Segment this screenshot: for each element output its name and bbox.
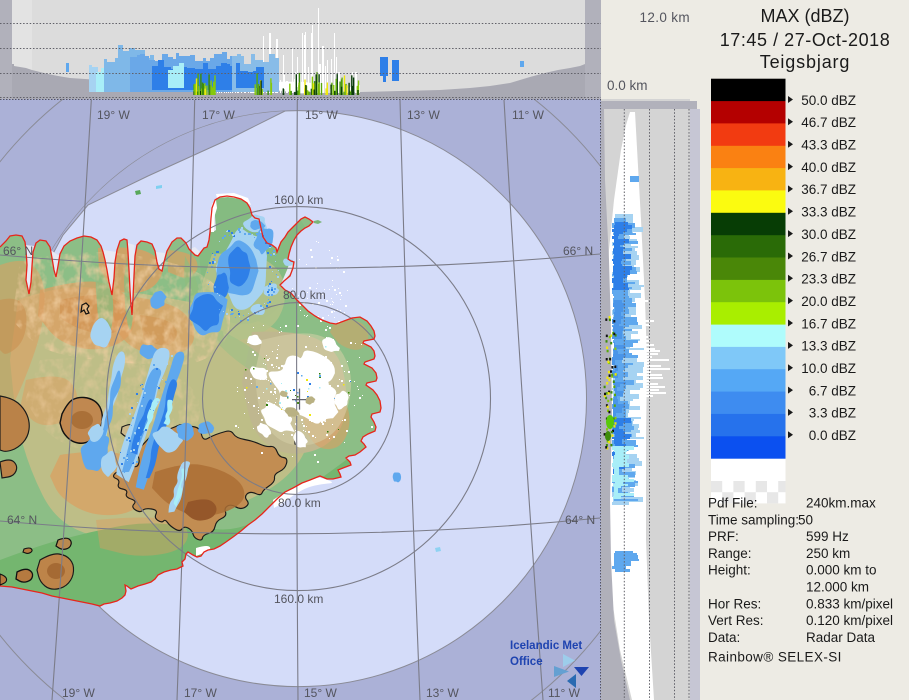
svg-text:17° W: 17° W xyxy=(202,108,235,122)
svg-text:Range:: Range: xyxy=(708,546,752,561)
svg-text:0.833 km/pixel: 0.833 km/pixel xyxy=(806,596,893,611)
svg-text:80.0 km: 80.0 km xyxy=(283,288,326,302)
svg-text:0.0 dBZ: 0.0 dBZ xyxy=(809,428,856,443)
svg-text:13° W: 13° W xyxy=(407,108,440,122)
svg-text:13° W: 13° W xyxy=(426,686,459,700)
svg-text:240km.max: 240km.max xyxy=(806,496,876,511)
svg-text:36.7 dBZ: 36.7 dBZ xyxy=(801,182,856,197)
svg-text:MAX (dBZ): MAX (dBZ) xyxy=(760,6,849,26)
svg-text:6.7 dBZ: 6.7 dBZ xyxy=(809,383,856,398)
svg-text:3.3 dBZ: 3.3 dBZ xyxy=(809,406,856,421)
svg-text:Pdf File:: Pdf File: xyxy=(708,496,758,511)
svg-text:40.0 dBZ: 40.0 dBZ xyxy=(801,160,856,175)
svg-text:12.0 km: 12.0 km xyxy=(640,10,690,25)
svg-text:33.3 dBZ: 33.3 dBZ xyxy=(801,205,856,220)
svg-text:Icelandic Met: Icelandic Met xyxy=(510,640,582,652)
svg-text:Rainbow® SELEX-SI: Rainbow® SELEX-SI xyxy=(708,650,842,665)
svg-text:15° W: 15° W xyxy=(305,108,338,122)
svg-text:0.120 km/pixel: 0.120 km/pixel xyxy=(806,613,893,628)
svg-text:10.0 dBZ: 10.0 dBZ xyxy=(801,361,856,376)
svg-text:26.7 dBZ: 26.7 dBZ xyxy=(801,249,856,264)
svg-text:17° W: 17° W xyxy=(184,686,217,700)
svg-text:17:45 / 27-Oct-2018: 17:45 / 27-Oct-2018 xyxy=(720,30,891,50)
svg-text:43.3 dBZ: 43.3 dBZ xyxy=(801,138,856,153)
svg-text:46.7 dBZ: 46.7 dBZ xyxy=(801,115,856,130)
svg-text:64° N: 64° N xyxy=(7,513,37,527)
svg-text:50.0 dBZ: 50.0 dBZ xyxy=(801,93,856,108)
svg-text:599 Hz: 599 Hz xyxy=(806,529,849,544)
svg-text:160.0 km: 160.0 km xyxy=(274,592,323,606)
svg-text:0.0 km: 0.0 km xyxy=(607,78,648,93)
svg-text:11° W: 11° W xyxy=(548,686,581,700)
svg-text:11° W: 11° W xyxy=(512,108,545,122)
svg-text:23.3 dBZ: 23.3 dBZ xyxy=(801,272,856,287)
svg-text:64° N: 64° N xyxy=(565,513,595,527)
svg-text:Office: Office xyxy=(510,656,543,668)
svg-text:20.0 dBZ: 20.0 dBZ xyxy=(801,294,856,309)
svg-text:12.000 km: 12.000 km xyxy=(806,580,869,595)
svg-text:Teigsbjarg: Teigsbjarg xyxy=(760,52,851,72)
svg-text:250 km: 250 km xyxy=(806,546,850,561)
svg-text:13.3 dBZ: 13.3 dBZ xyxy=(801,339,856,354)
svg-text:Time sampling:: Time sampling: xyxy=(708,512,799,527)
svg-text:Vert Res:: Vert Res: xyxy=(708,613,764,628)
svg-text:19° W: 19° W xyxy=(97,108,130,122)
svg-text:66° N: 66° N xyxy=(563,244,593,258)
svg-text:15° W: 15° W xyxy=(304,686,337,700)
svg-text:50: 50 xyxy=(798,512,813,527)
svg-text:160.0 km: 160.0 km xyxy=(274,193,323,207)
svg-text:Radar Data: Radar Data xyxy=(806,630,876,645)
svg-text:66° N: 66° N xyxy=(3,244,33,258)
svg-text:0.000 km to: 0.000 km to xyxy=(806,563,877,578)
svg-text:Height:: Height: xyxy=(708,563,751,578)
svg-text:Data:: Data: xyxy=(708,630,740,645)
svg-text:16.7 dBZ: 16.7 dBZ xyxy=(801,316,856,331)
svg-text:19° W: 19° W xyxy=(62,686,95,700)
svg-text:Hor Res:: Hor Res: xyxy=(708,596,761,611)
svg-text:30.0 dBZ: 30.0 dBZ xyxy=(801,227,856,242)
svg-text:PRF:: PRF: xyxy=(708,529,739,544)
svg-text:80.0 km: 80.0 km xyxy=(278,496,321,510)
